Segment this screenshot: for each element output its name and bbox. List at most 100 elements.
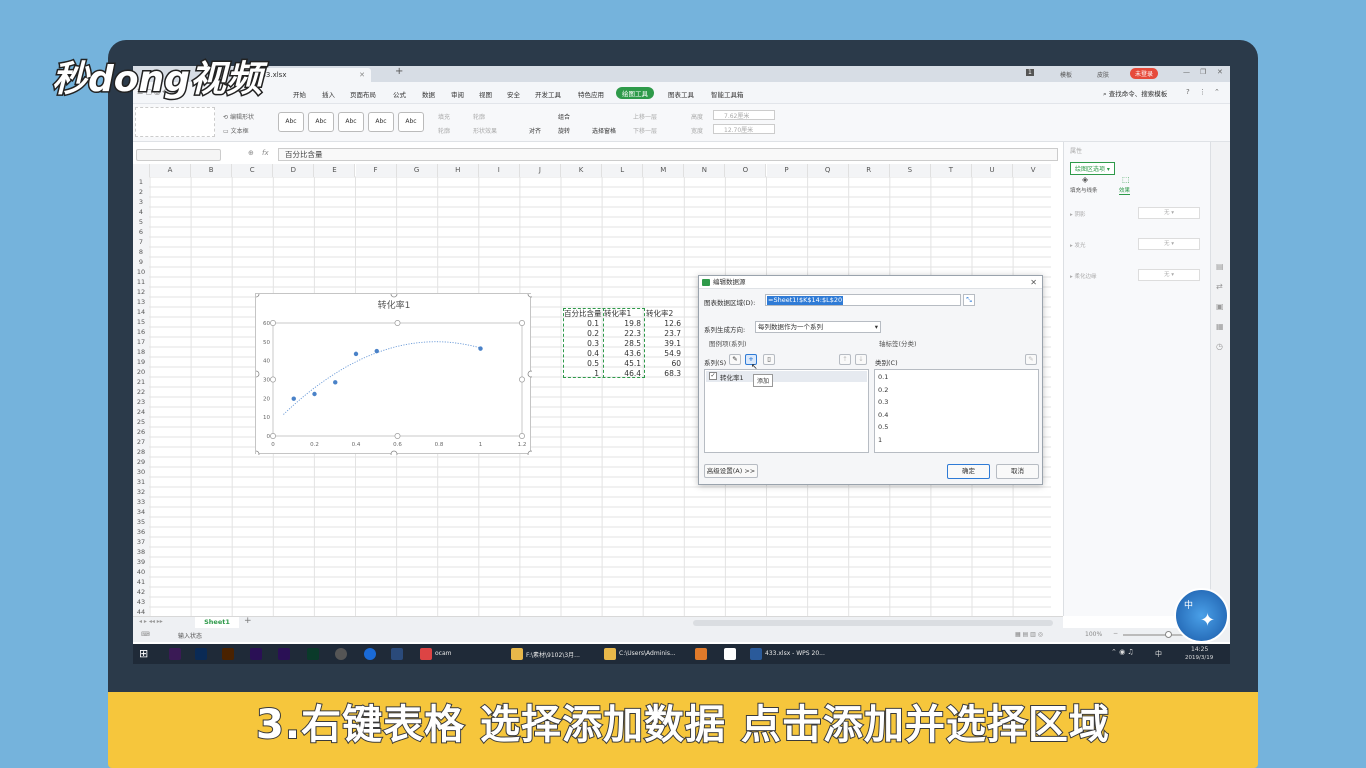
windows-start-icon[interactable]: ⊞ — [139, 647, 148, 660]
column-header[interactable]: R — [848, 164, 890, 177]
row-header[interactable]: 35 — [133, 517, 149, 527]
fx-icon[interactable]: fx — [262, 149, 269, 157]
row-header[interactable]: 39 — [133, 557, 149, 567]
edit-series-icon[interactable]: ✎ — [729, 354, 741, 365]
close-window-icon[interactable]: ✕ — [1217, 68, 1223, 76]
edit-category-icon[interactable]: ✎ — [1025, 354, 1037, 365]
zoom-out-icon[interactable]: − — [1113, 630, 1118, 637]
table-cell[interactable]: 28.5 — [603, 339, 641, 348]
column-header[interactable]: A — [150, 164, 192, 177]
table-cell[interactable]: 43.6 — [603, 349, 641, 358]
row-header[interactable]: 13 — [133, 297, 149, 307]
sheet-tab-sheet1[interactable]: Sheet1 — [195, 617, 239, 628]
column-header[interactable]: O — [725, 164, 767, 177]
select-all-corner[interactable] — [133, 164, 150, 177]
scatter-chart[interactable]: 转化率1 0 10 20 30 40 50 60 0 0.2 0.4 0.6 0.8 1 1.2 — [252, 290, 535, 458]
bring-forward-button[interactable]: 上移一层 — [633, 112, 657, 121]
chart-resize-handle[interactable] — [527, 290, 535, 298]
chart-resize-handle[interactable] — [527, 450, 535, 458]
style-preset-4[interactable]: Abc — [368, 112, 394, 132]
table-cell[interactable]: 22.3 — [603, 329, 641, 338]
column-header[interactable]: P — [766, 164, 808, 177]
shape-gallery[interactable] — [135, 107, 215, 137]
move-down-icon[interactable]: ↓ — [855, 354, 867, 365]
plot-area-handle[interactable] — [270, 433, 276, 439]
series-item[interactable]: ✓ 转化率1 — [706, 371, 867, 382]
row-header[interactable]: 32 — [133, 487, 149, 497]
table-cell[interactable]: 54.9 — [645, 349, 681, 358]
column-header[interactable]: S — [889, 164, 931, 177]
table-cell[interactable]: 0.1 — [563, 319, 599, 328]
menu-smart-toolbox[interactable]: 智能工具箱 — [711, 89, 744, 99]
name-box[interactable] — [136, 149, 221, 161]
ime-indicator[interactable]: 中 — [1155, 649, 1162, 659]
panel-tool-icon-4[interactable]: ▦ — [1216, 322, 1224, 331]
restore-icon[interactable]: ❐ — [1200, 68, 1206, 76]
history-icon[interactable]: ◷ — [1216, 342, 1223, 351]
ie-icon[interactable] — [364, 648, 376, 660]
select-pane-button[interactable]: 选择窗格 — [592, 126, 616, 135]
row-header[interactable]: 12 — [133, 287, 149, 297]
chart-resize-handle[interactable] — [252, 370, 260, 378]
move-up-icon[interactable]: ↑ — [839, 354, 851, 365]
chart-title[interactable]: 转化率1 — [378, 299, 411, 311]
folder-icon-2[interactable] — [604, 648, 616, 660]
row-header[interactable]: 17 — [133, 337, 149, 347]
collapse-ribbon-icon[interactable]: ⌃ — [1214, 88, 1220, 96]
column-header[interactable]: L — [602, 164, 644, 177]
chart-resize-handle[interactable] — [390, 450, 398, 458]
photoshop-icon[interactable] — [195, 648, 207, 660]
column-header[interactable]: K — [561, 164, 603, 177]
row-header[interactable]: 30 — [133, 467, 149, 477]
table-header-cell[interactable]: 转化率2 — [646, 308, 686, 319]
row-header[interactable]: 21 — [133, 377, 149, 387]
table-cell[interactable]: 0.5 — [563, 359, 599, 368]
obs-icon[interactable] — [335, 648, 347, 660]
zoom-formula-icon[interactable]: ⊕ — [248, 149, 254, 157]
taskbar-folder-1[interactable]: F:\素材\9102\3月... — [526, 650, 580, 659]
row-header[interactable]: 41 — [133, 577, 149, 587]
row-header[interactable]: 10 — [133, 267, 149, 277]
more-icon[interactable]: ⋮ — [1199, 88, 1206, 96]
audition-icon[interactable] — [307, 648, 319, 660]
category-item[interactable]: 0.3 — [878, 398, 888, 406]
row-header[interactable]: 16 — [133, 327, 149, 337]
table-cell[interactable]: 0.3 — [563, 339, 599, 348]
range-input[interactable]: =Sheet1!$K$14:$L$20 — [765, 294, 961, 306]
category-item[interactable]: 0.2 — [878, 386, 888, 394]
chart-resize-handle[interactable] — [252, 290, 260, 298]
app-icon[interactable] — [391, 648, 403, 660]
delete-series-icon[interactable]: ▯ — [763, 354, 775, 365]
rotate-button[interactable]: 旋转 — [558, 126, 570, 135]
table-header-cell[interactable]: 百分比含量 — [564, 308, 604, 319]
menu-features[interactable]: 特色应用 — [578, 89, 604, 99]
tab-fill-line[interactable]: 填充与线条 — [1070, 186, 1098, 194]
cancel-button[interactable]: 取消 — [996, 464, 1039, 479]
row-header[interactable]: 25 — [133, 417, 149, 427]
column-header[interactable]: H — [437, 164, 479, 177]
column-header[interactable]: J — [519, 164, 561, 177]
fill-button[interactable]: 填充 — [438, 112, 450, 121]
soft-edge-select[interactable]: 无 ▾ — [1138, 269, 1200, 281]
outline-button[interactable]: 轮廓 — [473, 112, 485, 121]
folder-icon-1[interactable] — [511, 648, 523, 660]
row-header[interactable]: 5 — [133, 217, 149, 227]
series-list[interactable]: ✓ 转化率1 — [704, 369, 869, 453]
category-item[interactable]: 0.4 — [878, 411, 888, 419]
direction-select[interactable]: 每列数据作为一个系列 ▾ — [755, 321, 881, 333]
view-mode-icons[interactable]: ▦ ▤ ▥ ◎ — [1015, 631, 1043, 638]
column-header[interactable]: M — [643, 164, 685, 177]
table-cell[interactable]: 39.1 — [645, 339, 681, 348]
style-preset-3[interactable]: Abc — [338, 112, 364, 132]
row-header[interactable]: 29 — [133, 457, 149, 467]
row-header[interactable]: 20 — [133, 367, 149, 377]
menu-insert[interactable]: 插入 — [322, 89, 335, 99]
data-point[interactable] — [353, 351, 359, 357]
data-point[interactable] — [312, 391, 317, 397]
plot-area-handle[interactable] — [270, 320, 276, 326]
row-header[interactable]: 14 — [133, 307, 149, 317]
category-item[interactable]: 0.1 — [878, 373, 888, 381]
style-preset-1[interactable]: Abc — [278, 112, 304, 132]
row-header[interactable]: 36 — [133, 527, 149, 537]
table-cell[interactable]: 0.4 — [563, 349, 599, 358]
